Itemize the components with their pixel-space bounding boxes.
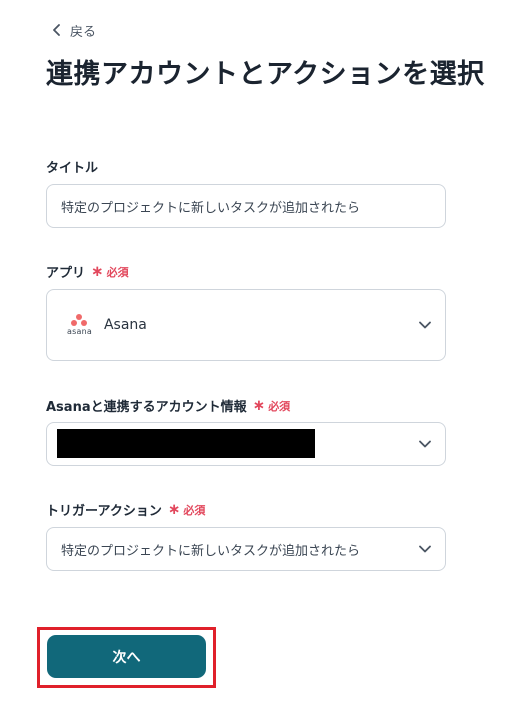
- title-label-text: タイトル: [46, 161, 99, 176]
- asterisk-icon: ∗: [167, 500, 181, 518]
- trigger-field-label: トリガーアクション ∗ 必須: [46, 500, 206, 520]
- app-label-text: アプリ: [46, 266, 86, 281]
- title-field-label: タイトル: [46, 157, 98, 176]
- next-button[interactable]: 次へ: [47, 635, 206, 678]
- back-label: 戻る: [70, 24, 97, 40]
- redacted-account-value: [57, 429, 315, 458]
- trigger-select[interactable]: 特定のプロジェクトに新しいタスクが追加されたら: [46, 527, 446, 571]
- page-title: 連携アカウントとアクションを選択: [46, 59, 485, 90]
- chevron-left-icon: [53, 24, 60, 36]
- chevron-down-icon: [419, 440, 431, 448]
- trigger-select-value: 特定のプロジェクトに新しいタスクが追加されたら: [61, 543, 361, 559]
- asana-logo-icon: asana: [67, 314, 92, 336]
- account-label-text: Asanaと連携するアカウント情報: [46, 400, 247, 415]
- asterisk-icon: ∗: [252, 396, 266, 414]
- required-badge: ∗ 必須: [168, 502, 206, 518]
- trigger-label-text: トリガーアクション: [46, 504, 162, 519]
- page: 戻る 連携アカウントとアクションを選択 タイトル 特定のプロジェクトに新しいタス…: [0, 0, 525, 710]
- back-link[interactable]: 戻る: [52, 20, 96, 40]
- asterisk-icon: ∗: [91, 262, 104, 280]
- app-field-label: アプリ ∗ 必須: [46, 262, 129, 282]
- app-select-value: Asana: [103, 317, 147, 333]
- account-field-label: Asanaと連携するアカウント情報 ∗ 必須: [46, 396, 291, 416]
- required-text: 必須: [183, 503, 206, 517]
- title-input-value: 特定のプロジェクトに新しいタスクが追加されたら: [61, 200, 361, 216]
- required-text: 必須: [268, 399, 291, 413]
- chevron-down-icon: [419, 321, 431, 329]
- required-badge: ∗ 必須: [253, 398, 291, 414]
- asana-logo-text: asana: [67, 327, 92, 336]
- chevron-down-icon: [419, 545, 431, 553]
- app-select[interactable]: asana Asana: [46, 289, 446, 361]
- account-select[interactable]: [46, 422, 446, 466]
- required-badge: ∗ 必須: [91, 264, 129, 280]
- required-text: 必須: [106, 265, 129, 279]
- title-input[interactable]: 特定のプロジェクトに新しいタスクが追加されたら: [46, 184, 446, 228]
- next-button-label: 次へ: [112, 649, 141, 666]
